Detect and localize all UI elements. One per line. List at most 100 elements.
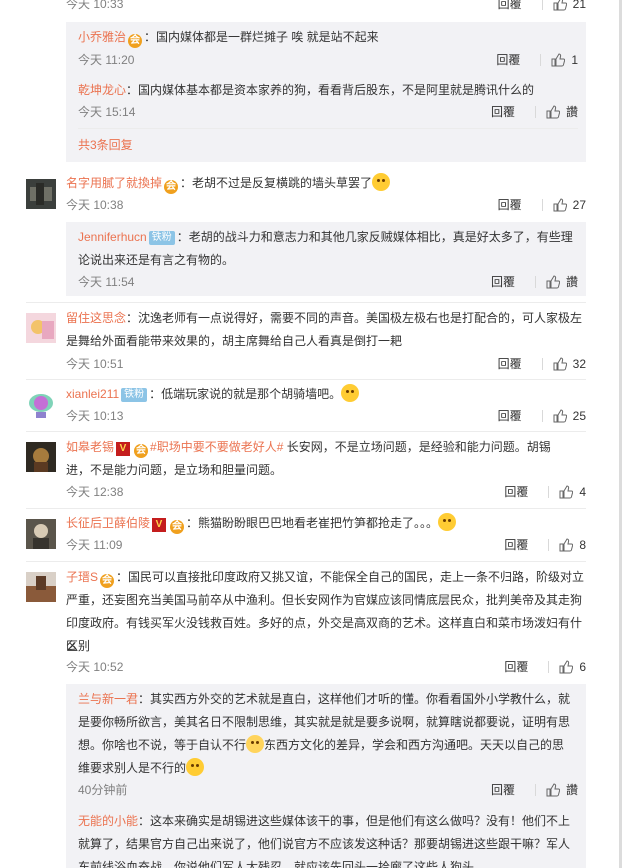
reply-text-line: 是要你畅所欲言，美其名日不限制思维，其实就是就是要多说啊，就算瞎说都要说，证明有… [78,715,571,729]
reply-text-line: 就算了，结果官方自己出来说了，他们说官方不应该发这种话？那要胡锡进这些跟干嘛？军… [78,837,571,851]
reply-meta: 今天 11:54 回覆 讚 [78,272,578,292]
avatar[interactable] [26,442,56,472]
reply-username[interactable]: 无能的小能 [78,814,138,828]
like-count: 8 [579,538,586,552]
avatar[interactable] [26,179,56,209]
like-count: 25 [572,409,586,423]
like-button[interactable]: 讚 [546,272,578,292]
reply-button[interactable]: 回覆 [498,354,542,374]
comment-username[interactable]: 如皋老锡 [66,440,114,454]
reply-username[interactable]: Jenniferhucn [78,230,147,244]
comment-meta: 今天 10:38 回覆 27 [66,195,586,215]
like-button[interactable]: 1 [551,50,578,70]
reply-item: 兰与新一君：其实西方外交的艺术就是直白，这样他们才听的懂。你看看国外小学教什么，… [78,688,578,711]
reply-button[interactable]: 回覆 [491,272,535,292]
like-count: 讚 [565,275,578,289]
reply-time: 今天 11:54 [78,275,135,289]
reply-button[interactable]: 回覆 [491,102,535,122]
like-count: 21 [572,0,586,11]
like-count: 27 [572,198,586,212]
reply-username[interactable]: 乾坤龙心 [78,83,126,97]
like-count: 1 [571,53,578,67]
like-button[interactable]: 6 [559,657,586,677]
like-button[interactable]: 27 [553,195,586,215]
hug-emoji-icon [186,758,205,776]
comment-feed: 今天 10:33 回覆 21 小乔雅治会：国内媒体都是一群烂摊子 唉 就是站不起… [0,0,622,868]
comment-text-line: 是舞给外面看能带来效果的，胡主席舞给自己人看真是倒打一耙 [66,334,403,348]
like-button[interactable]: 32 [553,354,586,374]
more-replies-link[interactable]: 共3条回复 [78,135,133,155]
comment-username[interactable]: 名字用膩了就換掉 [66,176,162,190]
reply-button[interactable]: 回覆 [504,657,548,677]
comment-time: 今天 11:09 [66,538,123,552]
reply-meta: 今天 15:14 回覆 讚 [78,102,578,122]
reply-item: 乾坤龙心：国内媒体基本都是资本家养的狗，看看背后股东，不是阿里就是腾讯什么的 [78,79,578,102]
like-count: 4 [579,485,586,499]
avatar[interactable] [26,572,56,602]
like-button[interactable]: 讚 [546,780,578,800]
reply-button[interactable]: 回覆 [496,50,540,70]
reply-text: ：国内媒体都是一群烂摊子 唉 就是站不起来 [144,30,379,44]
reply-text: ：国内媒体基本都是资本家养的狗，看看背后股东，不是阿里就是腾讯什么的 [126,83,535,97]
reply-time: 40分钟前 [78,783,128,797]
smile-emoji-icon [438,513,457,531]
avatar[interactable] [26,390,56,420]
like-button[interactable]: 25 [553,406,586,426]
member-crown-icon: 会 [164,180,179,194]
reply-button[interactable]: 回覆 [504,482,548,502]
comment-time: 今天 10:33 [66,0,124,11]
thumbs-up-icon [553,357,567,371]
reply-text: ：老胡的战斗力和意志力和其他几家反贼媒体相比，真是好太多了，有些理 [176,230,573,244]
comment-username[interactable]: 长征后卫薛伯陵 [66,516,150,530]
verified-v-icon: V [116,442,131,456]
comment-username[interactable]: 留住这思念 [66,311,126,325]
comment-body: 长征后卫薛伯陵 V 会：熊猫盼盼眼巴巴地看老崔把竹笋都抢走了。。。 [66,512,586,535]
reply-text-line: 东前线浴血奋战，你说他们军人太残忍，就应该先回头一拾廊了这些人狗头 [78,860,475,868]
reply-username[interactable]: 兰与新一君 [78,692,138,706]
comment-text-line: 区别 [66,639,91,653]
comment-time: 今天 12:38 [66,485,124,499]
reply-button[interactable]: 回覆 [504,535,548,555]
comment-time: 今天 10:38 [66,198,124,212]
topic-link[interactable]: #职场中要不要做老好人# [150,440,283,454]
avatar[interactable] [26,313,56,343]
reply-button[interactable]: 回覆 [498,195,542,215]
verified-v-icon: V [152,518,167,532]
reply-time: 今天 11:20 [78,53,135,67]
reply-button[interactable]: 回覆 [498,0,542,14]
reply-text-line: 维要求别人是不行的 [78,757,578,780]
smile-emoji-icon [341,384,360,402]
thumbs-up-icon [551,53,566,67]
comment-body: xianlei211 铁粉 ：低端玩家说的就是那个胡骑墙吧。 [66,383,586,406]
reply-button[interactable]: 回覆 [491,780,535,800]
comment-username[interactable]: 子瑨S [66,570,98,584]
reply-text: ：这本来确实是胡锡进这些媒体该干的事，但是他们有这么做吗？没有！他们不上 [138,814,571,828]
comment-meta: 今天 10:51 回覆 32 [66,354,586,374]
reply-time: 今天 15:14 [78,105,136,119]
reply-text: 想。你啥也不说，等于自认不行 [78,738,247,752]
fan-badge: 铁粉 [148,231,175,245]
reply-item: 小乔雅治会：国内媒体都是一群烂摊子 唉 就是站不起来 [78,26,578,49]
cry-emoji-icon [246,735,265,753]
comment-meta: 今天 11:09 回覆 8 [66,535,586,555]
member-crown-icon: 会 [170,520,185,534]
like-button[interactable]: 8 [559,535,586,555]
avatar[interactable] [26,519,56,549]
member-crown-icon: 会 [134,444,149,458]
comment-body: 子瑨S 会：国民可以直接批印度政府又挑又谊，不能保全自己的国民，走上一条不归路，阶… [66,566,586,589]
reply-username[interactable]: 小乔雅治 [78,30,126,44]
like-count: 6 [579,660,586,674]
comment-time: 今天 10:13 [66,409,124,423]
comment-username[interactable]: xianlei211 [66,387,119,401]
reply-button[interactable]: 回覆 [498,406,542,426]
member-crown-icon: 会 [128,34,143,48]
comment-text: 长安网，不是立场问题，是经验和能力问题。胡锡 [283,440,551,454]
thumbs-up-icon [546,275,560,289]
reply-text-line: 想。你啥也不说，等于自认不行 东西方文化的差异，学会和西方沟通吧。天天以自己的思 [78,734,578,757]
like-button[interactable]: 21 [553,0,586,14]
reply-text: ：其实西方外交的艺术就是直白，这样他们才听的懂。你看看国外小学教什么，就 [138,692,571,706]
comment-text: ：沈逸老师有一点说得好，需要不同的声音。美国极左极右也是打配合的，可人家极左 [126,311,583,325]
like-button[interactable]: 4 [559,482,586,502]
like-button[interactable]: 讚 [546,102,578,122]
reply-meta: 40分钟前 回覆 讚 [78,780,578,800]
